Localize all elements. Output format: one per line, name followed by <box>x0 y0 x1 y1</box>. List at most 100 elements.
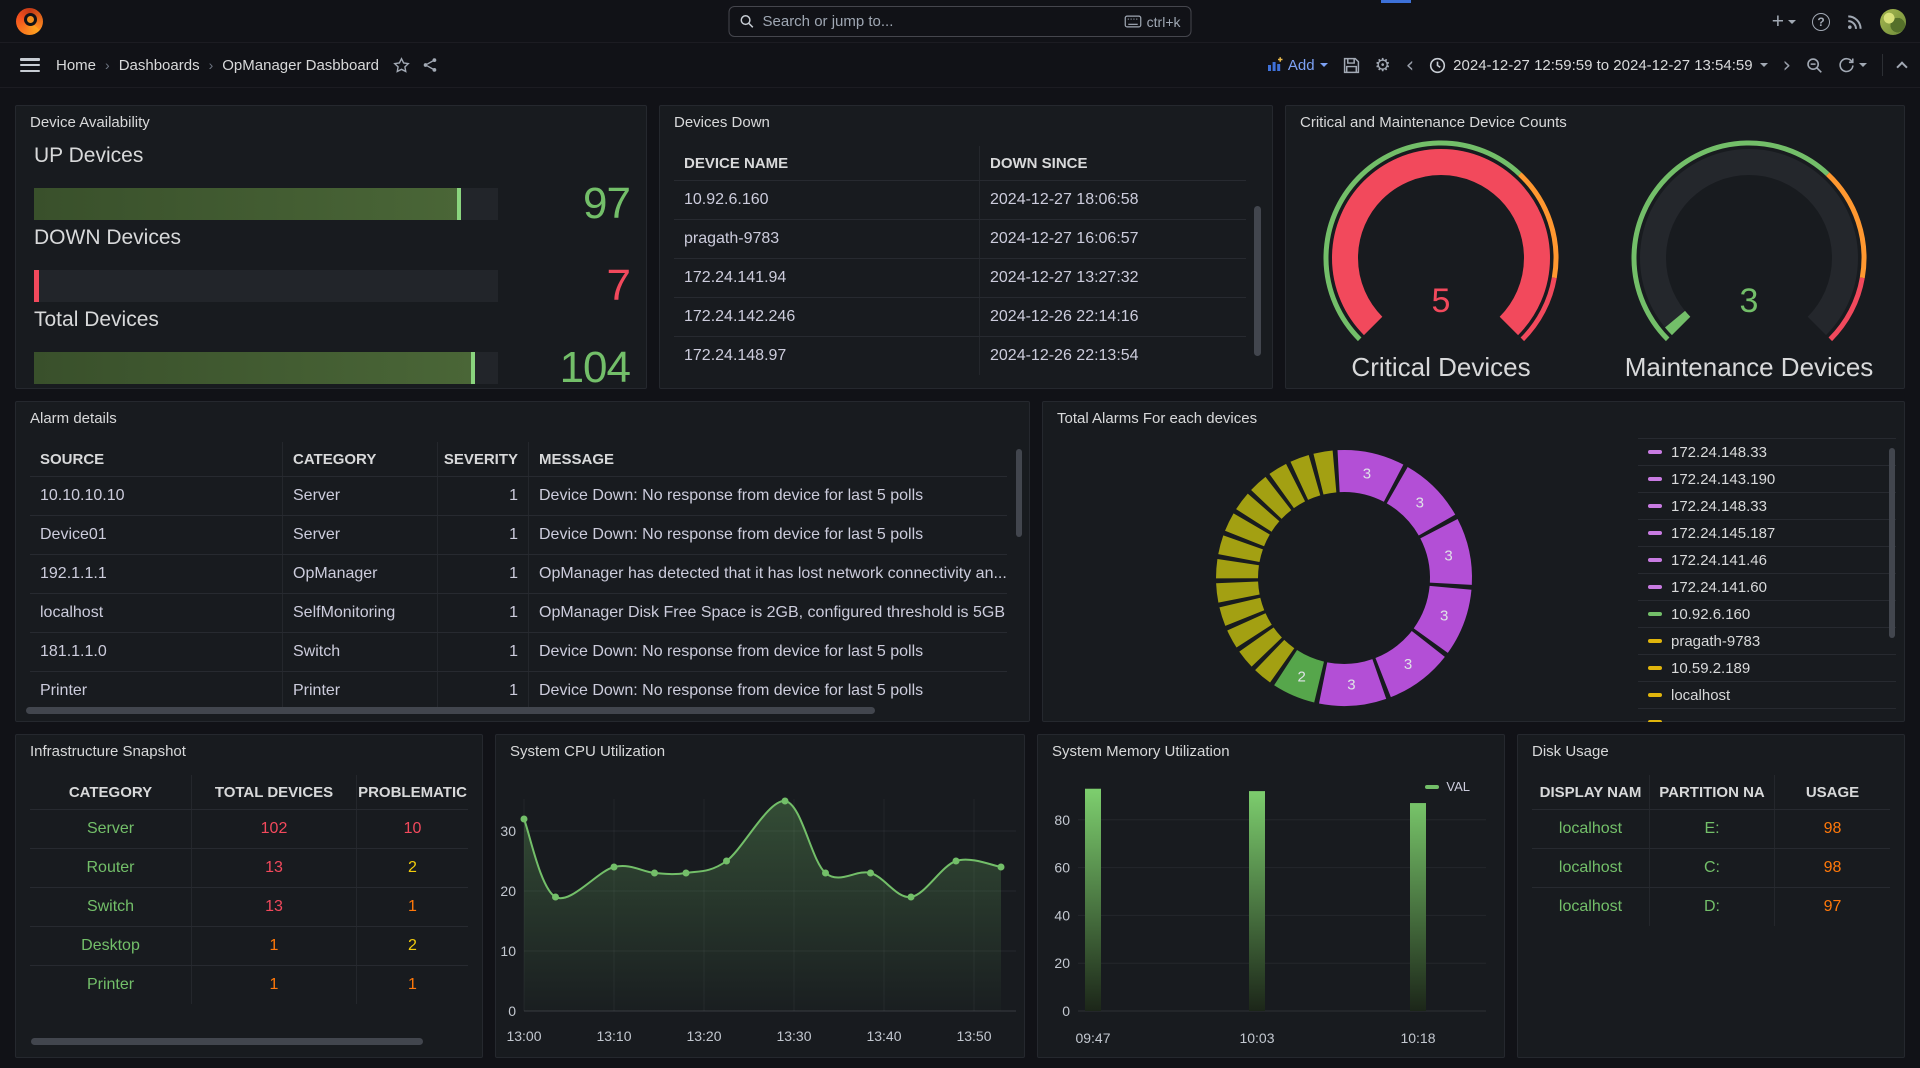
panel-title[interactable]: Device Availability <box>30 114 150 131</box>
bar-gauge-track <box>34 188 498 220</box>
legend-item[interactable]: localhost <box>1638 681 1896 708</box>
panel-title[interactable]: Alarm details <box>30 410 117 427</box>
column-header[interactable]: PARTITION NA <box>1650 775 1775 809</box>
refresh-button[interactable] <box>1838 57 1867 74</box>
bar <box>1410 803 1426 1011</box>
legend-label: 172.24.148.33 <box>1671 498 1767 515</box>
table-cell: 13 <box>192 849 357 887</box>
y-axis-tick: 10 <box>500 943 516 959</box>
user-avatar[interactable] <box>1880 9 1906 35</box>
column-header[interactable]: CATEGORY <box>283 442 438 476</box>
panel-title[interactable]: Infrastructure Snapshot <box>30 743 186 760</box>
table-cell: 172.24.142.246 <box>674 298 980 336</box>
x-axis-tick: 13:20 <box>686 1028 721 1044</box>
column-header[interactable]: USAGE <box>1775 775 1890 809</box>
new-button[interactable]: + <box>1772 11 1796 32</box>
breadcrumb: Home › Dashboards › OpManager Dasbboard <box>56 57 379 74</box>
table-cell: Switch <box>283 633 438 671</box>
time-range-text: 2024-12-27 12:59:59 to 2024-12-27 13:54:… <box>1453 57 1752 74</box>
menu-icon[interactable] <box>20 58 40 72</box>
chevron-right-icon: › <box>209 57 214 73</box>
legend-item[interactable]: 10.92.6.160 <box>1638 600 1896 627</box>
column-header[interactable]: SEVERITY <box>438 442 529 476</box>
column-header[interactable]: TOTAL DEVICES <box>192 775 357 809</box>
panel-title[interactable]: Devices Down <box>674 114 770 131</box>
table-cell: 1 <box>438 516 529 554</box>
donut-chart[interactable]: 3333332 <box>1193 436 1495 721</box>
breadcrumb-dashboards[interactable]: Dashboards <box>119 57 200 74</box>
gauge-value: 5 <box>1432 282 1451 320</box>
horizontal-scrollbar[interactable] <box>31 1038 423 1045</box>
vertical-scrollbar[interactable] <box>1889 448 1895 638</box>
table-cell: 172.24.141.94 <box>674 259 980 297</box>
legend-item[interactable]: 172.24.141.60 <box>1638 573 1896 600</box>
table-cell: Printer <box>30 672 283 710</box>
table-cell: Printer <box>30 966 192 1004</box>
legend-item[interactable]: pragath-9783 <box>1638 627 1896 654</box>
table-row: 192.1.1.1OpManager1OpManager has detecte… <box>30 554 1007 593</box>
x-axis-tick: 10:18 <box>1400 1030 1435 1046</box>
news-rss-icon[interactable] <box>1846 13 1864 31</box>
bar-gauge-label: DOWN Devices <box>34 226 181 250</box>
panel-title[interactable]: System CPU Utilization <box>510 743 665 760</box>
column-header[interactable]: DISPLAY NAM <box>1532 775 1650 809</box>
legend-item[interactable]: 172.24.148.33 <box>1638 492 1896 519</box>
column-header[interactable]: CATEGORY <box>30 775 192 809</box>
zoom-out-icon[interactable] <box>1806 57 1823 74</box>
table-row: localhostC:98 <box>1532 848 1890 887</box>
legend-item[interactable] <box>1638 708 1896 722</box>
vertical-scrollbar[interactable] <box>1254 206 1261 356</box>
time-range-picker[interactable]: 2024-12-27 12:59:59 to 2024-12-27 13:54:… <box>1429 57 1767 74</box>
memory-bar-chart[interactable]: 02040608009:4710:0310:18 <box>1038 757 1504 1057</box>
bar-gauge-track <box>34 270 498 302</box>
bar-gauge-value: 104 <box>560 346 630 390</box>
donut-segment[interactable] <box>1216 582 1259 603</box>
time-back-chevron-left-icon[interactable]: ‹ <box>1406 55 1414 76</box>
data-point <box>908 894 915 901</box>
area-fill <box>524 801 1001 1011</box>
legend-item[interactable]: 10.59.2.189 <box>1638 654 1896 681</box>
table-cell: D: <box>1650 888 1775 926</box>
column-header[interactable]: DEVICE NAME <box>674 146 980 180</box>
table-cell: OpManager Disk Free Space is 2GB, config… <box>529 594 1007 632</box>
search-input[interactable]: Search or jump to... ctrl+k <box>729 6 1192 37</box>
y-axis-tick: 60 <box>1054 860 1070 876</box>
legend-item[interactable]: 172.24.145.187 <box>1638 519 1896 546</box>
vertical-scrollbar[interactable] <box>1016 449 1022 537</box>
legend-label: pragath-9783 <box>1671 633 1760 650</box>
panel-alarm-details: Alarm details SOURCECATEGORYSEVERITYMESS… <box>15 401 1030 722</box>
cpu-line-chart[interactable]: 010203013:0013:1013:2013:3013:4013:50 <box>496 771 1024 1055</box>
column-header[interactable]: SOURCE <box>30 442 283 476</box>
table-cell: 2024-12-27 13:27:32 <box>980 259 1246 297</box>
legend-item[interactable]: 172.24.143.190 <box>1638 465 1896 492</box>
bar-gauge-track <box>34 352 498 384</box>
donut-segment-label: 3 <box>1440 608 1448 625</box>
grafana-logo-icon[interactable] <box>16 8 43 35</box>
legend-swatch <box>1648 477 1662 481</box>
add-button[interactable]: Add <box>1267 57 1328 74</box>
panel-title[interactable]: Total Alarms For each devices <box>1057 410 1257 427</box>
gauge-label: Maintenance Devices <box>1594 352 1904 383</box>
star-icon[interactable] <box>393 57 410 74</box>
save-icon[interactable] <box>1343 57 1360 74</box>
legend-item[interactable]: 172.24.141.46 <box>1638 546 1896 573</box>
panel-title[interactable]: Critical and Maintenance Device Counts <box>1300 114 1567 131</box>
legend-item[interactable]: 172.24.148.33 <box>1638 438 1896 465</box>
column-header[interactable]: DOWN SINCE <box>980 146 1246 180</box>
donut-segment[interactable] <box>1216 559 1259 578</box>
table-header-row: SOURCECATEGORYSEVERITYMESSAGE <box>30 442 1007 476</box>
gauge-value: 3 <box>1740 282 1759 320</box>
gauge-arc: 3 <box>1594 136 1904 351</box>
horizontal-scrollbar[interactable] <box>26 707 875 714</box>
breadcrumb-home[interactable]: Home <box>56 57 96 74</box>
table-row: Server10210 <box>30 809 468 848</box>
help-button[interactable]: ? <box>1812 13 1830 31</box>
column-header[interactable]: MESSAGE <box>529 442 1007 476</box>
panel-title[interactable]: Disk Usage <box>1532 743 1609 760</box>
collapse-chevron-up-icon[interactable] <box>1896 61 1907 72</box>
settings-gear-icon[interactable]: ⚙ <box>1375 56 1391 74</box>
share-icon[interactable] <box>422 57 438 73</box>
panel-infrastructure-snapshot: Infrastructure Snapshot CATEGORYTOTAL DE… <box>15 734 483 1058</box>
column-header[interactable]: PROBLEMATIC <box>357 775 468 809</box>
time-forward-chevron-right-icon[interactable]: › <box>1783 55 1791 76</box>
